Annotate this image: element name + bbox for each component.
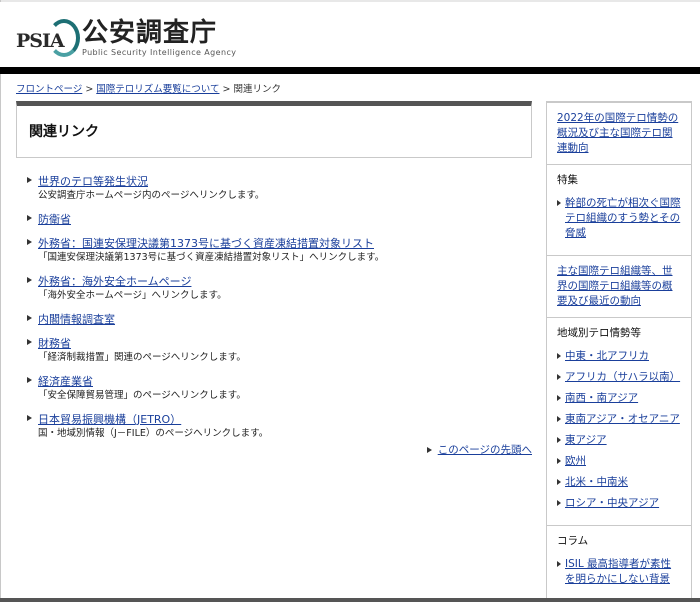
site-header: PSIA 公安調査庁 Public Security Intelligence … <box>0 2 700 68</box>
logo-text: 公安調査庁 Public Security Intelligence Agenc… <box>82 19 236 57</box>
bullet-triangle-icon <box>557 500 561 506</box>
bullet-triangle-icon <box>557 479 561 485</box>
breadcrumb-overview-link[interactable]: 国際テロリズム要覧について <box>96 84 219 95</box>
logo-name: 公安調査庁 <box>82 18 218 48</box>
logo-english: Public Security Intelligence Agency <box>82 48 237 57</box>
sidebar-region-block: 地域別テロ情勢等 中東・北アフリカ アフリカ（サハラ以南） 南西・南アジア 東南… <box>547 318 691 526</box>
list-item: 東アジア <box>557 433 681 448</box>
sidebar: 2022年の国際テロ情勢の概況及び主な国際テロ関連動向 特集 幹部の死亡が相次ぐ… <box>546 101 692 602</box>
psia-emblem: PSIA <box>14 16 80 60</box>
list-item: 日本貿易振興機構（JETRO） 国・地域別情報（J－FILE）のページへリンクし… <box>16 412 532 441</box>
link-description: 「経済制裁措置」関連のページへリンクします。 <box>38 352 246 363</box>
list-item: 幹部の死亡が相次ぐ国際テロ組織のすう勢とその脅威 <box>557 196 681 241</box>
bullet-triangle-icon <box>557 374 561 380</box>
list-item: 財務省 「経済制裁措置」関連のページへリンクします。 <box>16 336 532 365</box>
list-item: 欧州 <box>557 454 681 469</box>
list-item: 世界のテロ等発生状況 公安調査庁ホームページ内のページへリンクします。 <box>16 174 532 203</box>
link-description: 「海外安全ホームページ」へリンクします。 <box>38 290 227 301</box>
bullet-triangle-icon <box>557 561 561 567</box>
bullet-triangle-icon <box>27 415 32 421</box>
list-item: 北米・中南米 <box>557 475 681 490</box>
page-title-box: 関連リンク <box>16 101 532 158</box>
sidebar-region-link[interactable]: 北米・中南米 <box>565 475 681 490</box>
list-item: アフリカ（サハラ以南） <box>557 370 681 385</box>
list-item: 内閣情報調査室 <box>16 312 532 327</box>
header-divider-bar <box>0 67 700 74</box>
sidebar-region-list: 中東・北アフリカ アフリカ（サハラ以南） 南西・南アジア 東南アジア・オセアニア… <box>557 349 681 511</box>
sidebar-region-link[interactable]: 南西・南アジア <box>565 391 681 406</box>
link-description: 「国連安保理決議第1373号に基づく資産凍結措置対象リスト」へリンクします。 <box>38 252 385 263</box>
sidebar-trend-block: 2022年の国際テロ情勢の概況及び主な国際テロ関連動向 <box>547 103 691 165</box>
page-top-link-wrap: このページの先頭へ <box>426 442 532 457</box>
bullet-triangle-icon <box>27 377 32 383</box>
list-item: ロシア・中央アジア <box>557 496 681 511</box>
bullet-triangle-icon <box>27 239 32 245</box>
sidebar-heading-feature: 特集 <box>557 174 578 186</box>
window-bottom-edge <box>0 598 700 602</box>
link-ministry-of-defense[interactable]: 防衛省 <box>38 212 532 227</box>
link-mofa-asset-freeze[interactable]: 外務省：国連安保理決議第1373号に基づく資産凍結措置対象リスト <box>38 236 532 251</box>
sidebar-link-2022-trends[interactable]: 2022年の国際テロ情勢の概況及び主な国際テロ関連動向 <box>557 111 681 156</box>
bullet-triangle-icon <box>557 353 561 359</box>
list-item: 経済産業省 「安全保障貿易管理」のページへリンクします。 <box>16 374 532 403</box>
bullet-triangle-icon <box>27 339 32 345</box>
sidebar-region-link[interactable]: ロシア・中央アジア <box>565 496 681 511</box>
link-description: 国・地域別情報（J－FILE）のページへリンクします。 <box>38 428 269 439</box>
bullet-triangle-icon <box>27 177 32 183</box>
sidebar-region-link[interactable]: 欧州 <box>565 454 681 469</box>
related-links-list: 世界のテロ等発生状況 公安調査庁ホームページ内のページへリンクします。 防衛省 … <box>16 174 532 441</box>
link-ministry-of-finance[interactable]: 財務省 <box>38 336 532 351</box>
logo-ring-icon <box>48 19 80 57</box>
bullet-triangle-icon <box>27 315 32 321</box>
window-left-edge <box>0 0 1 602</box>
breadcrumb-current: 関連リンク <box>233 84 281 95</box>
bullet-triangle-icon <box>27 277 32 283</box>
arrow-right-icon <box>426 447 432 453</box>
sidebar-feature-list: 幹部の死亡が相次ぐ国際テロ組織のすう勢とその脅威 <box>557 196 681 241</box>
breadcrumb: フロントページ > 国際テロリズム要覧について > 関連リンク <box>16 81 281 95</box>
link-description: 「安全保障貿易管理」のページへリンクします。 <box>38 390 246 401</box>
list-item: 防衛省 <box>16 212 532 227</box>
link-jetro[interactable]: 日本貿易振興機構（JETRO） <box>38 412 532 427</box>
link-cabinet-intelligence[interactable]: 内閣情報調査室 <box>38 312 532 327</box>
breadcrumb-separator: > <box>222 84 231 95</box>
list-item: 東南アジア・オセアニア <box>557 412 681 427</box>
sidebar-heading-regions: 地域別テロ情勢等 <box>557 327 641 339</box>
list-item: 中東・北アフリカ <box>557 349 681 364</box>
bullet-triangle-icon <box>557 395 561 401</box>
sidebar-column-list: ISIL 最高指導者が素性を明らかにしない背景 <box>557 557 681 587</box>
sidebar-link-column[interactable]: ISIL 最高指導者が素性を明らかにしない背景 <box>565 557 681 587</box>
bullet-triangle-icon <box>557 437 561 443</box>
list-item: 南西・南アジア <box>557 391 681 406</box>
bullet-triangle-icon <box>557 458 561 464</box>
link-terror-incidents[interactable]: 世界のテロ等発生状況 <box>38 174 532 189</box>
link-mofa-overseas-safety[interactable]: 外務省：海外安全ホームページ <box>38 274 532 289</box>
bullet-triangle-icon <box>27 215 32 221</box>
sidebar-link-major-orgs[interactable]: 主な国際テロ組織等、世界の国際テロ組織等の概要及び最近の動向 <box>557 264 681 309</box>
sidebar-link-feature[interactable]: 幹部の死亡が相次ぐ国際テロ組織のすう勢とその脅威 <box>565 196 681 241</box>
sidebar-orgs-block: 主な国際テロ組織等、世界の国際テロ組織等の概要及び最近の動向 <box>547 256 691 318</box>
breadcrumb-separator: > <box>85 84 94 95</box>
sidebar-column-block: コラム ISIL 最高指導者が素性を明らかにしない背景 <box>547 526 691 601</box>
link-meti[interactable]: 経済産業省 <box>38 374 532 389</box>
list-item: 外務省：海外安全ホームページ 「海外安全ホームページ」へリンクします。 <box>16 274 532 303</box>
sidebar-region-link[interactable]: 東南アジア・オセアニア <box>565 412 681 427</box>
bullet-triangle-icon <box>557 416 561 422</box>
site-logo[interactable]: PSIA 公安調査庁 Public Security Intelligence … <box>14 16 236 60</box>
sidebar-region-link[interactable]: 東アジア <box>565 433 681 448</box>
sidebar-feature-block: 特集 幹部の死亡が相次ぐ国際テロ組織のすう勢とその脅威 <box>547 165 691 256</box>
sidebar-region-link[interactable]: 中東・北アフリカ <box>565 349 681 364</box>
main-content: 関連リンク 世界のテロ等発生状況 公安調査庁ホームページ内のページへリンクします… <box>16 101 532 456</box>
page-top-link[interactable]: このページの先頭へ <box>438 444 532 456</box>
page-title: 関連リンク <box>29 124 99 140</box>
sidebar-heading-column: コラム <box>557 535 589 547</box>
list-item: 外務省：国連安保理決議第1373号に基づく資産凍結措置対象リスト 「国連安保理決… <box>16 236 532 265</box>
bullet-triangle-icon <box>557 200 561 206</box>
breadcrumb-home-link[interactable]: フロントページ <box>16 84 82 95</box>
list-item: ISIL 最高指導者が素性を明らかにしない背景 <box>557 557 681 587</box>
sidebar-region-link[interactable]: アフリカ（サハラ以南） <box>565 370 681 385</box>
link-description: 公安調査庁ホームページ内のページへリンクします。 <box>38 190 265 201</box>
